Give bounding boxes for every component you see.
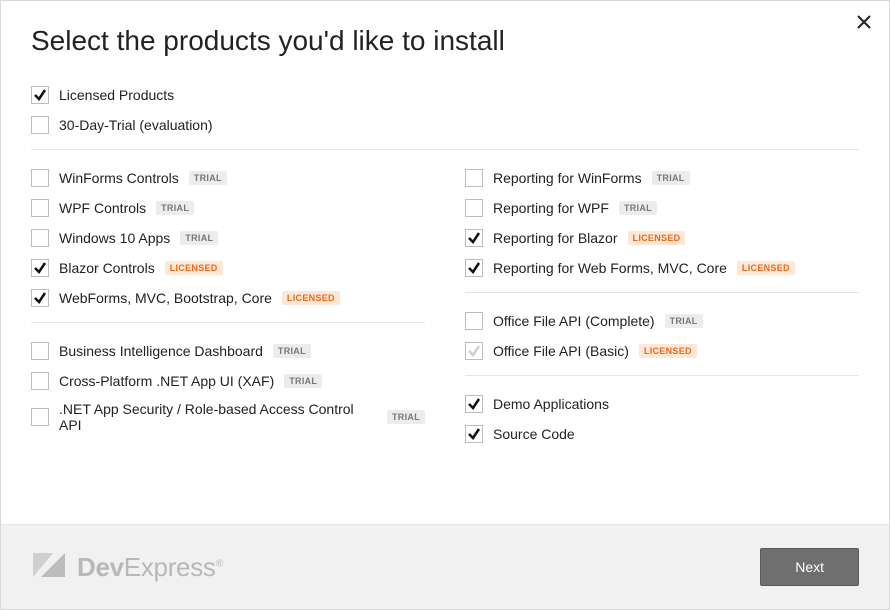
product-row-winforms-controls: WinForms Controls TRIAL <box>31 168 425 188</box>
trial-badge: TRIAL <box>156 201 194 215</box>
licensed-badge: LICENSED <box>628 231 686 245</box>
label-trial-30-day: 30-Day-Trial (evaluation) <box>59 117 213 133</box>
label-xaf: Cross-Platform .NET App UI (XAF) <box>59 373 274 389</box>
product-row-office-api-basic: Office File API (Basic) LICENSED <box>465 341 859 361</box>
licensed-badge: LICENSED <box>639 344 697 358</box>
checkbox-reporting-winforms[interactable] <box>465 169 483 187</box>
left-column: WinForms ControlsTRIALWPF ControlsTRIALW… <box>31 168 425 454</box>
product-row-xaf: Cross-Platform .NET App UI (XAF) TRIAL <box>31 371 425 391</box>
checkbox-blazor-controls[interactable] <box>31 259 49 277</box>
installer-window: Select the products you'd like to instal… <box>0 0 890 610</box>
divider-top <box>31 149 859 150</box>
licensed-badge: LICENSED <box>282 291 340 305</box>
product-columns: WinForms ControlsTRIALWPF ControlsTRIALW… <box>31 168 859 454</box>
label-win10-apps: Windows 10 Apps <box>59 230 170 246</box>
checkbox-bi-dashboard[interactable] <box>31 342 49 360</box>
product-row-net-app-security: .NET App Security / Role-based Access Co… <box>31 401 425 433</box>
group-divider <box>465 375 859 376</box>
label-reporting-blazor: Reporting for Blazor <box>493 230 618 246</box>
checkbox-reporting-wpf[interactable] <box>465 199 483 217</box>
footer: DevExpress® Next <box>1 524 889 609</box>
product-row-webforms-mvc: WebForms, MVC, Bootstrap, Core LICENSED <box>31 288 425 308</box>
page-title: Select the products you'd like to instal… <box>31 25 859 57</box>
product-row-trial-30-day: 30-Day-Trial (evaluation) <box>31 115 859 135</box>
devexpress-logo-text: DevExpress® <box>77 552 223 583</box>
product-row-office-api-complete: Office File API (Complete) TRIAL <box>465 311 859 331</box>
label-demo-apps: Demo Applications <box>493 396 609 412</box>
label-wpf-controls: WPF Controls <box>59 200 146 216</box>
close-button[interactable] <box>857 15 871 34</box>
product-row-win10-apps: Windows 10 Apps TRIAL <box>31 228 425 248</box>
product-row-blazor-controls: Blazor Controls LICENSED <box>31 258 425 278</box>
checkbox-net-app-security[interactable] <box>31 408 49 426</box>
checkbox-wpf-controls[interactable] <box>31 199 49 217</box>
label-reporting-winforms: Reporting for WinForms <box>493 170 642 186</box>
label-bi-dashboard: Business Intelligence Dashboard <box>59 343 263 359</box>
trial-badge: TRIAL <box>652 171 690 185</box>
licensed-badge: LICENSED <box>165 261 223 275</box>
product-row-source-code: Source Code <box>465 424 859 444</box>
product-row-bi-dashboard: Business Intelligence Dashboard TRIAL <box>31 341 425 361</box>
label-office-api-complete: Office File API (Complete) <box>493 313 655 329</box>
next-button[interactable]: Next <box>760 548 859 586</box>
checkbox-office-api-complete[interactable] <box>465 312 483 330</box>
trial-badge: TRIAL <box>665 314 703 328</box>
trial-badge: TRIAL <box>387 410 425 424</box>
trial-badge: TRIAL <box>180 231 218 245</box>
label-reporting-wpf: Reporting for WPF <box>493 200 609 216</box>
licensed-badge: LICENSED <box>737 261 795 275</box>
trial-badge: TRIAL <box>273 344 311 358</box>
product-row-licensed-products: Licensed Products <box>31 85 859 105</box>
product-row-demo-apps: Demo Applications <box>465 394 859 414</box>
checkbox-win10-apps[interactable] <box>31 229 49 247</box>
label-winforms-controls: WinForms Controls <box>59 170 179 186</box>
group-divider <box>465 292 859 293</box>
label-reporting-web: Reporting for Web Forms, MVC, Core <box>493 260 727 276</box>
product-row-reporting-winforms: Reporting for WinForms TRIAL <box>465 168 859 188</box>
label-webforms-mvc: WebForms, MVC, Bootstrap, Core <box>59 290 272 306</box>
content-area: Select the products you'd like to instal… <box>1 1 889 524</box>
devexpress-logo-icon <box>31 547 67 588</box>
checkbox-source-code[interactable] <box>465 425 483 443</box>
group-divider <box>31 322 425 323</box>
product-row-reporting-wpf: Reporting for WPF TRIAL <box>465 198 859 218</box>
checkbox-office-api-basic[interactable] <box>465 342 483 360</box>
checkbox-webforms-mvc[interactable] <box>31 289 49 307</box>
checkbox-trial-30-day[interactable] <box>31 116 49 134</box>
product-row-reporting-blazor: Reporting for Blazor LICENSED <box>465 228 859 248</box>
right-column: Reporting for WinFormsTRIALReporting for… <box>465 168 859 454</box>
checkbox-licensed-products[interactable] <box>31 86 49 104</box>
label-blazor-controls: Blazor Controls <box>59 260 155 276</box>
product-row-wpf-controls: WPF Controls TRIAL <box>31 198 425 218</box>
label-net-app-security: .NET App Security / Role-based Access Co… <box>59 401 377 433</box>
label-licensed-products: Licensed Products <box>59 87 174 103</box>
top-options: Licensed Products 30-Day-Trial (evaluatio… <box>31 85 859 135</box>
label-source-code: Source Code <box>493 426 575 442</box>
trial-badge: TRIAL <box>189 171 227 185</box>
product-row-reporting-web: Reporting for Web Forms, MVC, Core LICENS… <box>465 258 859 278</box>
checkbox-winforms-controls[interactable] <box>31 169 49 187</box>
trial-badge: TRIAL <box>619 201 657 215</box>
label-office-api-basic: Office File API (Basic) <box>493 343 629 359</box>
devexpress-logo: DevExpress® <box>31 547 223 588</box>
checkbox-demo-apps[interactable] <box>465 395 483 413</box>
close-icon <box>857 16 871 33</box>
trial-badge: TRIAL <box>284 374 322 388</box>
checkbox-reporting-web[interactable] <box>465 259 483 277</box>
checkbox-xaf[interactable] <box>31 372 49 390</box>
checkbox-reporting-blazor[interactable] <box>465 229 483 247</box>
